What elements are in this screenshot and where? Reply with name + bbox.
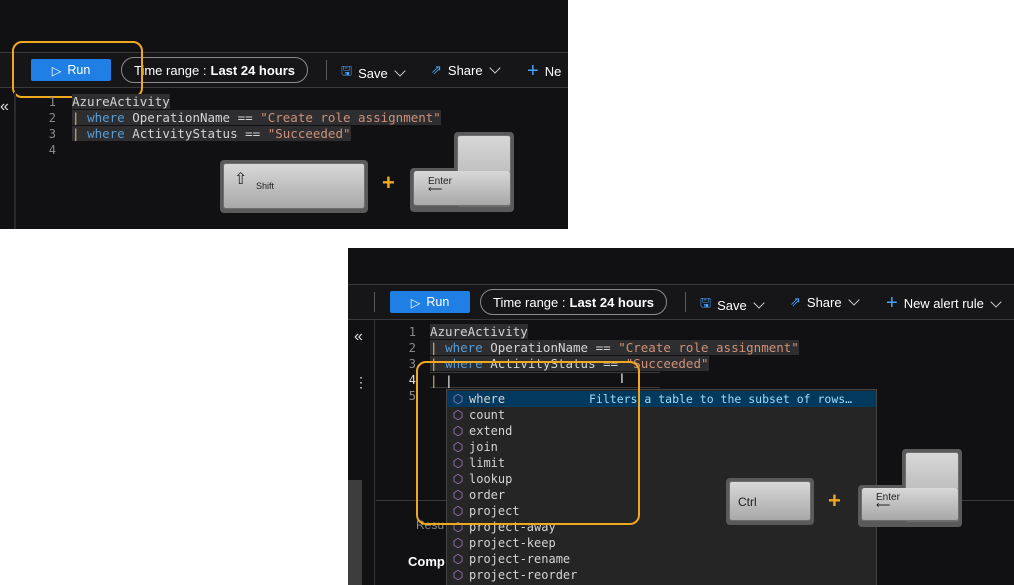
collapse-icon[interactable]: « xyxy=(0,98,9,116)
query-editor-shift-enter: ▷ Run Time range : Last 24 hours 🖫 Save … xyxy=(0,0,568,229)
chevron-down-icon xyxy=(753,297,765,309)
query-editor-ctrl-enter: ▷ Run Time range : Last 24 hours 🖫 Save … xyxy=(348,248,1014,585)
comp-label: Comp xyxy=(408,554,445,569)
chevron-down-icon xyxy=(394,65,406,77)
shift-key: ⇧ Shift xyxy=(220,160,368,213)
share-button[interactable]: ⇗ Share xyxy=(431,62,501,78)
divider xyxy=(326,60,327,80)
shift-arrow-icon: ⇧ xyxy=(234,171,248,188)
keyword-cube-icon: ⬡ xyxy=(452,536,464,550)
sidebar-edge xyxy=(374,320,375,585)
code-line-2: | where OperationName == "Create role as… xyxy=(72,110,441,125)
keyword-cube-icon: ⬡ xyxy=(452,568,464,582)
time-range-picker[interactable]: Time range : Last 24 hours xyxy=(480,289,668,315)
collapse-icon[interactable]: « xyxy=(354,328,363,346)
run-highlight xyxy=(12,41,143,98)
save-icon: 🖫 xyxy=(341,63,353,78)
time-range-picker[interactable]: Time range : Last 24 hours xyxy=(121,57,309,83)
code-line-3: | where ActivityStatus == "Succeeded" xyxy=(72,126,351,141)
code-line-2: | where OperationName == "Create role as… xyxy=(430,340,799,355)
query-toolbar: ▷ Run Time range : Last 24 hours 🖫 Save … xyxy=(348,284,1014,320)
suggestion-item[interactable]: ⬡ project-keep xyxy=(447,535,876,551)
code-line-1: AzureActivity xyxy=(430,324,528,339)
return-arrow-icon: ⟵ xyxy=(428,184,443,195)
share-icon: ⇗ xyxy=(431,62,442,77)
share-button[interactable]: ⇗ Share xyxy=(790,294,860,310)
share-icon: ⇗ xyxy=(790,294,801,309)
code-line-1: AzureActivity xyxy=(72,94,170,109)
save-button[interactable]: 🖫 Save xyxy=(341,62,406,84)
save-button[interactable]: 🖫 Save xyxy=(700,294,765,316)
more-options-icon[interactable]: ⋮ xyxy=(354,374,368,391)
ctrl-key: Ctrl xyxy=(726,478,814,525)
run-button[interactable]: ▷ Run xyxy=(390,291,470,313)
suggestion-item[interactable]: ⬡ project-reorder xyxy=(447,567,876,583)
save-icon: 🖫 xyxy=(700,295,712,310)
plus-icon: + xyxy=(886,292,898,314)
enter-key: Enter ⟵ xyxy=(858,449,962,527)
play-icon: ▷ xyxy=(410,295,421,310)
suggestion-item[interactable]: ⬡ project-rename xyxy=(447,551,876,567)
plus-icon: + xyxy=(527,60,539,82)
divider xyxy=(374,292,375,312)
scrollbar[interactable] xyxy=(348,480,362,585)
new-alert-rule-button[interactable]: + Ne xyxy=(527,60,561,83)
sidebar-edge xyxy=(14,92,16,229)
chevron-down-icon xyxy=(847,294,860,306)
divider xyxy=(685,292,686,312)
new-alert-rule-button[interactable]: + New alert rule xyxy=(886,292,1002,315)
suggestions-highlight xyxy=(416,361,640,525)
return-arrow-icon: ⟵ xyxy=(876,500,891,511)
chevron-down-icon xyxy=(488,62,501,74)
keyword-cube-icon: ⬡ xyxy=(452,552,464,566)
enter-key: Enter ⟵ xyxy=(410,132,514,212)
chevron-down-icon xyxy=(990,295,1002,308)
